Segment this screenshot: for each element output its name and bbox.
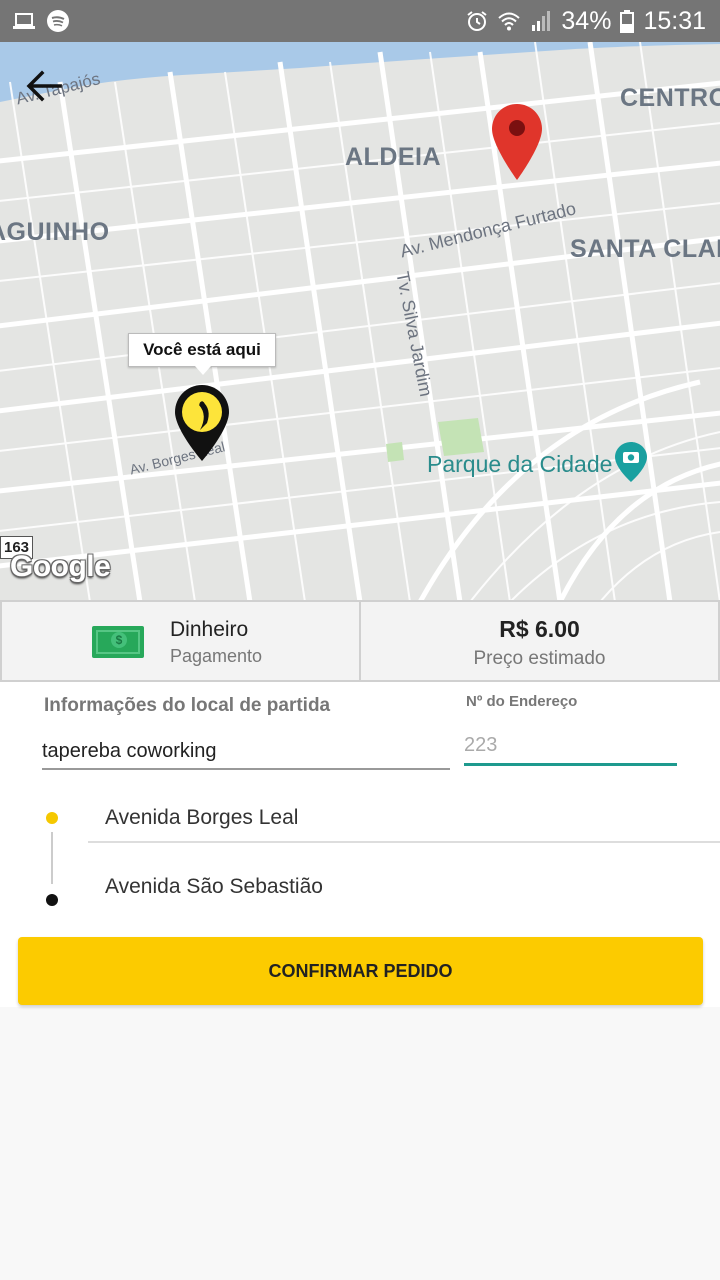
battery-icon [620,10,635,33]
info-row: $ Dinheiro Pagamento R$ 6.00 Preço estim… [0,600,720,682]
destination-pin-icon[interactable] [492,104,542,180]
price-label: Preço estimado [473,648,606,669]
back-arrow-icon[interactable] [22,64,66,108]
spotify-icon [47,10,69,32]
place-input[interactable] [42,734,450,770]
address-number-input[interactable] [464,728,677,766]
origin-address[interactable]: Avenida Borges Leal [105,806,298,830]
map-label-parque[interactable]: Parque da Cidade [427,451,612,478]
google-logo: Google [10,550,111,583]
address-number-label: Nº do Endereço [466,693,578,710]
camera-icon[interactable] [615,442,647,482]
laptop-icon [13,13,35,29]
destination-address[interactable]: Avenida São Sebastião [105,875,323,899]
wifi-icon [498,12,521,31]
map-view[interactable]: CENTRO ALDEIA AGUINHO SANTA CLARA Av. Ta… [0,42,720,600]
destination-dot [46,894,58,906]
clock: 15:31 [643,7,706,35]
map-label-aldeia: ALDEIA [345,143,442,171]
section-title: Informações do local de partida [44,695,331,716]
payment-card[interactable]: $ Dinheiro Pagamento [0,600,361,682]
origin-dot [46,812,58,824]
signal-icon [532,11,551,31]
divider [88,841,720,843]
confirm-order-button[interactable]: CONFIRMAR PEDIDO [18,937,703,1005]
map-label-santa-clara: SANTA CLARA [570,235,720,263]
status-bar: 34% 15:31 [0,0,720,42]
price-value: R$ 6.00 [499,616,580,642]
route-connector [51,832,53,884]
user-location-pin-icon [175,385,229,461]
payment-label: Pagamento [170,646,263,666]
alarm-icon [467,11,487,31]
departure-form: Informações do local de partida Nº do En… [0,682,720,1007]
price-card: R$ 6.00 Preço estimado [361,600,720,682]
map-label-aguinho: AGUINHO [0,218,110,246]
payment-method: Dinheiro [170,618,249,641]
money-icon: $ [92,626,144,658]
battery-percent: 34% [561,7,612,35]
map-label-centro: CENTRO [620,84,720,112]
map-streets [0,42,720,600]
you-are-here-tooltip: Você está aqui [128,333,276,375]
